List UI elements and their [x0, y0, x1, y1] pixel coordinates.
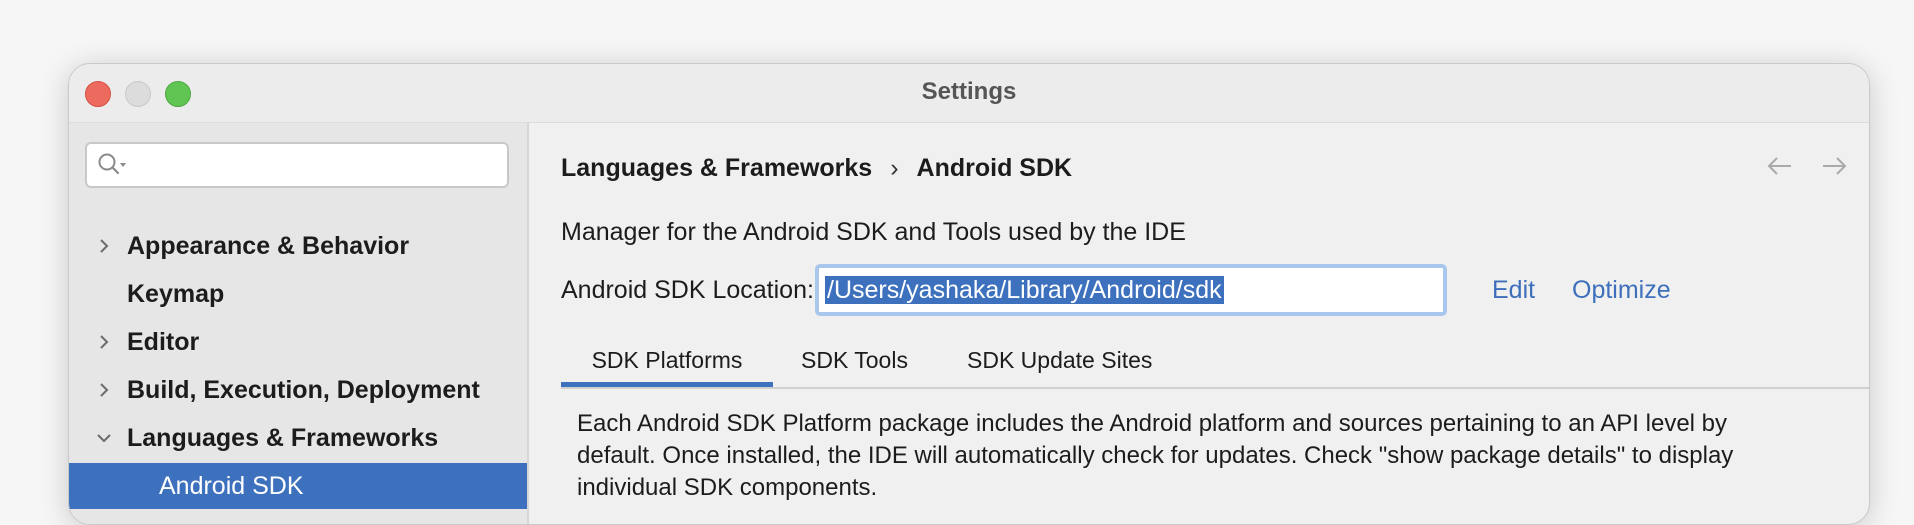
settings-sidebar: Appearance & Behavior Keymap Editor Buil…	[69, 123, 529, 524]
sidebar-item-editor[interactable]: Editor	[69, 319, 527, 365]
sdk-location-value: /Users/yashaka/Library/Android/sdk	[825, 276, 1224, 304]
tab-sdk-update-sites[interactable]: SDK Update Sites	[967, 335, 1152, 385]
sidebar-item-label: Keymap	[127, 280, 225, 308]
sidebar-item-label: Appearance & Behavior	[127, 232, 410, 260]
sdk-tabs: SDK Platforms SDK Tools SDK Update Sites	[561, 335, 1869, 389]
search-icon[interactable]	[97, 152, 127, 178]
forward-arrow-icon[interactable]	[1819, 151, 1849, 181]
tab-sdk-platforms[interactable]: SDK Platforms	[561, 335, 773, 387]
breadcrumb-separator: ›	[890, 154, 899, 182]
back-arrow-icon[interactable]	[1765, 151, 1795, 181]
tab-sdk-tools[interactable]: SDK Tools	[801, 335, 908, 385]
page-description: Manager for the Android SDK and Tools us…	[561, 218, 1186, 246]
breadcrumb-item: Android SDK	[916, 154, 1073, 182]
sidebar-item-build-execution-deployment[interactable]: Build, Execution, Deployment	[69, 367, 527, 413]
sdk-platforms-description: Each Android SDK Platform package includ…	[577, 410, 1734, 501]
sidebar-item-label: Build, Execution, Deployment	[127, 376, 480, 404]
sidebar-item-android-sdk[interactable]: Android SDK	[69, 463, 527, 509]
settings-window: Settings Appearance & Behavior Keymap Ed…	[68, 63, 1870, 525]
chevron-right-icon[interactable]	[95, 333, 113, 351]
sidebar-item-label: Editor	[127, 328, 200, 356]
sidebar-item-languages-frameworks[interactable]: Languages & Frameworks	[69, 415, 527, 461]
chevron-right-icon[interactable]	[95, 381, 113, 399]
sdk-location-label: Android SDK Location:	[561, 276, 814, 304]
sidebar-item-appearance-behavior[interactable]: Appearance & Behavior	[69, 223, 527, 269]
sidebar-item-label: Languages & Frameworks	[127, 424, 439, 452]
chevron-right-icon[interactable]	[95, 237, 113, 255]
window-title: Settings	[921, 78, 1017, 105]
optimize-link[interactable]: Optimize	[1572, 276, 1671, 305]
breadcrumb: Languages & Frameworks › Android SDK	[561, 154, 1072, 183]
settings-content: Languages & Frameworks › Android SDK Manag…	[529, 123, 1869, 524]
breadcrumb-item[interactable]: Languages & Frameworks	[561, 154, 872, 182]
settings-search-field[interactable]	[85, 142, 509, 188]
sdk-location-field[interactable]: /Users/yashaka/Library/Android/sdk	[815, 264, 1447, 316]
sidebar-item-label: Android SDK	[159, 472, 304, 500]
title-bar: Settings	[69, 64, 1869, 123]
sidebar-item-keymap[interactable]: Keymap	[69, 271, 527, 317]
edit-link[interactable]: Edit	[1492, 276, 1535, 305]
chevron-down-icon[interactable]	[95, 429, 113, 447]
